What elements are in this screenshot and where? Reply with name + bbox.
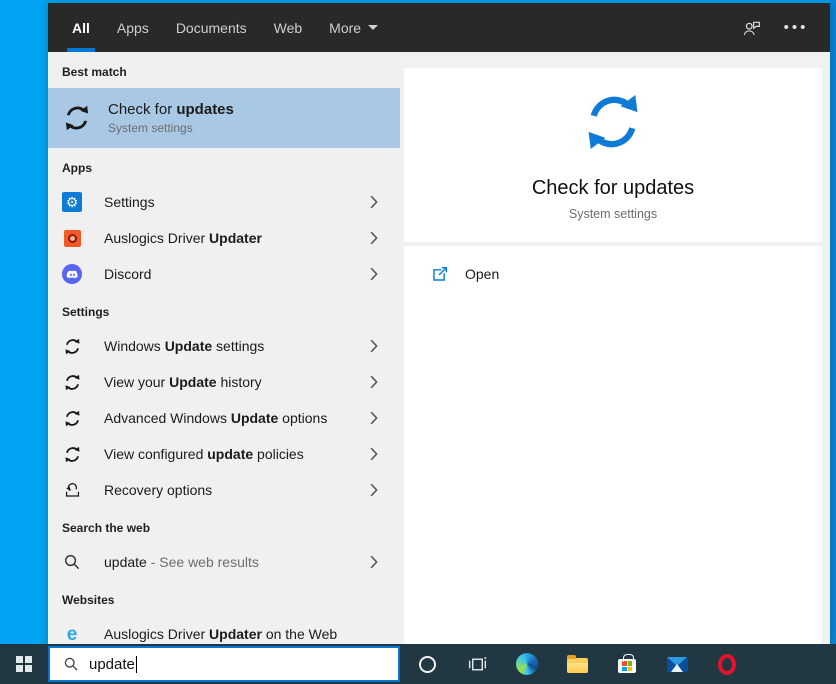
search-icon — [63, 656, 79, 672]
ellipsis-menu-icon[interactable]: ••• — [784, 16, 808, 40]
search-filter-bar: All Apps Documents Web More ••• — [48, 3, 830, 52]
sync-icon — [62, 336, 82, 356]
section-header: Websites — [62, 593, 115, 607]
opera-icon — [718, 653, 736, 675]
preview-actions: Open — [404, 246, 822, 644]
chevron-right-icon — [370, 267, 378, 281]
chevron-right-icon — [370, 375, 378, 389]
tab-apps[interactable]: Apps — [117, 3, 149, 52]
setting-windows-update-settings[interactable]: Windows Update settings — [48, 328, 400, 364]
tab-all[interactable]: All — [67, 3, 95, 52]
store-icon — [618, 654, 636, 673]
app-auslogics-driver-updater[interactable]: Auslogics Driver Updater — [48, 220, 400, 256]
task-view-icon — [467, 654, 488, 675]
globe-e-icon: e — [66, 623, 78, 644]
taskbar-edge-button[interactable] — [502, 644, 552, 684]
desktop-background — [830, 0, 836, 644]
dropdown-arrow-icon — [368, 25, 379, 30]
chevron-right-icon — [370, 231, 378, 245]
section-header: Settings — [62, 305, 110, 319]
setting-view-your-update-history[interactable]: View your Update history — [48, 364, 400, 400]
sync-icon — [62, 408, 82, 428]
chevron-right-icon — [370, 555, 378, 569]
feedback-person-icon[interactable] — [740, 16, 764, 40]
preview-hero-card: Check for updates System settings — [404, 68, 822, 242]
chevron-right-icon — [370, 339, 378, 353]
auslogics-icon — [62, 228, 82, 248]
tab-documents[interactable]: Documents — [176, 3, 247, 52]
chevron-right-icon — [370, 195, 378, 209]
tab-more[interactable]: More — [329, 3, 379, 52]
setting-view-configured-update-policies[interactable]: View configured update policies — [48, 436, 400, 472]
taskbar-task-view-button[interactable] — [452, 644, 502, 684]
recovery-icon — [62, 480, 82, 500]
website-auslogics-driver-updater[interactable]: e Auslogics Driver Updater on the Web — [48, 616, 400, 644]
preview-subtitle: System settings — [568, 207, 658, 221]
taskbar-opera-button[interactable] — [702, 644, 752, 684]
search-results-list: Best match Check for updates System settin… — [48, 52, 400, 644]
open-external-icon — [430, 265, 448, 283]
preview-pane: Check for updates System settings Open — [400, 52, 830, 644]
taskbar-buttons — [402, 644, 752, 684]
search-icon — [62, 552, 82, 572]
sync-icon — [62, 444, 82, 464]
web-search-update[interactable]: update - See web results — [48, 544, 400, 580]
setting-advanced-windows-update-options[interactable]: Advanced Windows Update options — [48, 400, 400, 436]
chevron-right-icon — [370, 447, 378, 461]
discord-icon — [62, 264, 82, 284]
topbar-right-icons: ••• — [740, 3, 830, 52]
taskbar-mail-button[interactable] — [652, 644, 702, 684]
taskbar: update — [0, 644, 836, 684]
best-match-check-for-updates[interactable]: Check for updates System settings — [48, 88, 400, 148]
sync-icon — [580, 89, 646, 160]
file-explorer-icon — [566, 655, 588, 673]
chevron-right-icon — [370, 411, 378, 425]
cortana-icon — [418, 655, 436, 673]
section-header: Best match — [62, 65, 127, 79]
taskbar-search-input[interactable]: update — [48, 646, 400, 682]
result-subtitle: System settings — [108, 121, 193, 135]
windows-logo-icon — [16, 656, 32, 672]
setting-recovery-options[interactable]: Recovery options — [48, 472, 400, 508]
app-settings[interactable]: ⚙ Settings — [48, 184, 400, 220]
sync-icon — [60, 101, 94, 135]
edge-icon — [516, 653, 538, 675]
open-action[interactable]: Open — [404, 252, 822, 296]
sync-icon — [62, 372, 82, 392]
taskbar-file-explorer-button[interactable] — [552, 644, 602, 684]
chevron-right-icon — [370, 483, 378, 497]
windows-desktop: All Apps Documents Web More ••• Best match Ch… — [0, 0, 836, 684]
settings-icon: ⚙ — [62, 192, 82, 212]
text-caret — [135, 655, 137, 673]
taskbar-cortana-button[interactable] — [402, 644, 452, 684]
preview-title: Check for updates — [531, 177, 695, 199]
topbar-tabs: All Apps Documents Web More — [67, 3, 405, 52]
mail-icon — [666, 656, 688, 672]
section-header: Apps — [62, 161, 92, 175]
search-query-text: update — [89, 655, 135, 673]
search-flyout: All Apps Documents Web More ••• Best match Ch… — [48, 3, 830, 644]
app-discord[interactable]: Discord — [48, 256, 400, 292]
tab-web[interactable]: Web — [274, 3, 303, 52]
taskbar-store-button[interactable] — [602, 644, 652, 684]
section-header: Search the web — [62, 521, 151, 535]
start-button[interactable] — [0, 644, 48, 684]
